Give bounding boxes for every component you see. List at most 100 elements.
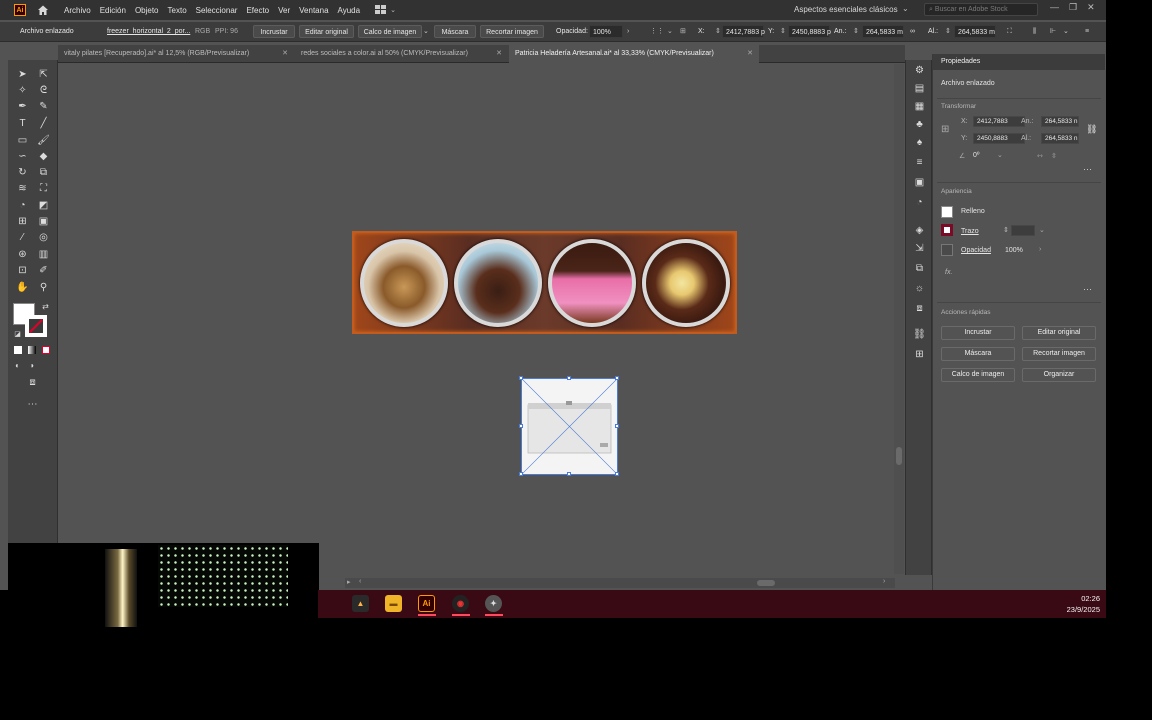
brushes-icon[interactable]: ♣ bbox=[913, 118, 926, 131]
menu-ventana[interactable]: Ventana bbox=[299, 6, 328, 15]
close-icon[interactable]: ✕ bbox=[1087, 2, 1095, 13]
lasso-icon[interactable]: ᘓ bbox=[37, 84, 50, 97]
line-tool-icon[interactable]: ╱ bbox=[37, 117, 50, 130]
stepper-icon[interactable]: ⇕ bbox=[780, 25, 786, 38]
zoom-tool-icon[interactable]: ⚲ bbox=[37, 281, 50, 294]
none-mode-icon[interactable] bbox=[39, 343, 52, 356]
w-field[interactable]: 264,5833 m bbox=[862, 25, 904, 38]
close-icon[interactable]: ✕ bbox=[496, 45, 502, 63]
flip-horizontal-icon[interactable]: ⇿ bbox=[1037, 152, 1043, 160]
screen-mode-icon[interactable]: ⧈ bbox=[26, 376, 39, 389]
default-colors-icon[interactable]: ◪ bbox=[11, 327, 24, 340]
properties-icon[interactable]: ⚙ bbox=[913, 64, 926, 77]
image-trace-button[interactable]: Calco de imagen bbox=[941, 368, 1015, 382]
shaper-tool-icon[interactable]: ∽ bbox=[16, 150, 29, 163]
tab-patricia-heladeria[interactable]: Patricia Heladería Artesanal.ai* al 33,3… bbox=[509, 45, 759, 63]
pen-tool-icon[interactable]: ✒ bbox=[16, 100, 29, 113]
play-icon[interactable]: ▸ bbox=[347, 578, 351, 586]
mask-button[interactable]: Máscara bbox=[941, 347, 1015, 361]
curvature-tool-icon[interactable]: ✎ bbox=[37, 100, 50, 113]
vlc-icon[interactable]: ▲ bbox=[352, 595, 369, 612]
swap-colors-icon[interactable]: ⇄ bbox=[39, 300, 52, 313]
resize-handle[interactable] bbox=[567, 472, 571, 476]
stroke-weight-field[interactable] bbox=[1011, 225, 1035, 236]
chevron-down-icon[interactable]: ⌄ bbox=[1063, 25, 1069, 38]
rectangle-tool-icon[interactable]: ▭ bbox=[16, 134, 29, 147]
transform-icon[interactable]: ⛶ bbox=[1007, 25, 1012, 38]
menu-efecto[interactable]: Efecto bbox=[246, 6, 269, 15]
resize-handle[interactable] bbox=[567, 376, 571, 380]
stepper-icon[interactable]: ⇕ bbox=[853, 25, 859, 38]
workspace-switcher[interactable]: Aspectos esenciales clásicos bbox=[794, 5, 898, 14]
chevron-down-icon[interactable]: ⌄ bbox=[902, 4, 909, 13]
y-field[interactable]: 2450,8883 p bbox=[788, 25, 831, 38]
arrange-documents-icon[interactable]: ⌄ bbox=[375, 5, 396, 15]
menu-edicion[interactable]: Edición bbox=[100, 6, 126, 15]
eraser-icon[interactable]: ◆ bbox=[37, 150, 50, 163]
selection-tool-icon[interactable]: ➤ bbox=[16, 68, 29, 81]
crop-image-button[interactable]: Recortar imagen bbox=[480, 25, 544, 38]
draw-behind-icon[interactable]: ◑ bbox=[25, 359, 38, 372]
warp-tool-icon[interactable]: ≋ bbox=[16, 182, 29, 195]
illustrator-icon[interactable]: Ai bbox=[418, 595, 435, 612]
embed-button[interactable]: Incrustar bbox=[253, 25, 295, 38]
stroke-panel-icon[interactable]: ≡ bbox=[913, 156, 926, 169]
resize-handle[interactable] bbox=[615, 376, 619, 380]
scroll-thumb[interactable] bbox=[757, 580, 775, 586]
embed-button[interactable]: Incrustar bbox=[941, 326, 1015, 340]
vertical-scrollbar[interactable] bbox=[894, 64, 904, 574]
more-options-icon[interactable]: ⋯ bbox=[1083, 284, 1092, 295]
magic-wand-icon[interactable]: ✧ bbox=[16, 84, 29, 97]
chevron-down-icon[interactable]: ⌄ bbox=[1039, 226, 1045, 234]
system-clock[interactable]: 02:26 23/9/2025 bbox=[1067, 593, 1100, 615]
stock-search-input[interactable]: ⌕ Buscar en Adobe Stock bbox=[924, 3, 1038, 16]
direct-selection-tool-icon[interactable]: ⇱ bbox=[37, 68, 50, 81]
restore-icon[interactable]: ❐ bbox=[1069, 2, 1077, 13]
distribute-icon[interactable]: ⊩ bbox=[1050, 25, 1056, 38]
ice-cream-banner-artwork[interactable] bbox=[352, 231, 737, 334]
resize-handle[interactable] bbox=[615, 424, 619, 428]
artboards-icon[interactable]: ⧉ bbox=[913, 262, 926, 275]
align-icon[interactable]: ⫼ bbox=[1033, 25, 1036, 38]
tab-redes-sociales[interactable]: redes sociales a color.ai al 50% (CMYK/P… bbox=[295, 45, 508, 63]
menu-ver[interactable]: Ver bbox=[278, 6, 290, 15]
app-icon[interactable]: ✦ bbox=[485, 595, 502, 612]
close-icon[interactable]: ✕ bbox=[282, 45, 288, 63]
file-explorer-icon[interactable]: ▬ bbox=[385, 595, 402, 612]
menu-archivo[interactable]: Archivo bbox=[64, 6, 91, 15]
rotate-tool-icon[interactable]: ↻ bbox=[16, 166, 29, 179]
color-guide-icon[interactable]: ☼ bbox=[913, 282, 926, 295]
gradient-tool-icon[interactable]: ▣ bbox=[37, 215, 50, 228]
reference-point-icon[interactable]: ⊞ bbox=[680, 25, 686, 38]
paintbrush-icon[interactable]: 🖌 bbox=[37, 134, 50, 147]
close-icon[interactable]: ✕ bbox=[747, 45, 753, 63]
reference-point-icon[interactable]: ⊞ bbox=[941, 124, 949, 135]
fx-icon[interactable]: fx. bbox=[945, 269, 952, 276]
mask-button[interactable]: Máscara bbox=[434, 25, 476, 38]
y-field[interactable]: 2450,8883 bbox=[973, 133, 1025, 144]
hand-tool-icon[interactable]: ✋ bbox=[16, 281, 29, 294]
minimize-icon[interactable]: — bbox=[1050, 2, 1059, 13]
properties-tab[interactable]: Propiedades bbox=[933, 54, 1105, 70]
linked-file-link[interactable]: freezer_horizontal_2_por... bbox=[107, 25, 190, 38]
menu-ayuda[interactable]: Ayuda bbox=[338, 6, 361, 15]
menu-objeto[interactable]: Objeto bbox=[135, 6, 159, 15]
chrome-icon[interactable]: ◉ bbox=[452, 595, 469, 612]
w-field[interactable]: 264,5833 n bbox=[1041, 116, 1079, 127]
layers-icon[interactable]: ▦ bbox=[913, 100, 926, 113]
mesh-tool-icon[interactable]: ⊞ bbox=[16, 215, 29, 228]
stepper-icon[interactable]: ⇕ bbox=[715, 25, 721, 38]
stepper-icon[interactable]: ⇕ bbox=[945, 25, 951, 38]
h-field[interactable]: 264,5833 m bbox=[954, 25, 996, 38]
resize-handle[interactable] bbox=[615, 472, 619, 476]
x-field[interactable]: 2412,7883 bbox=[973, 116, 1025, 127]
gradient-mode-icon[interactable] bbox=[25, 343, 38, 356]
stroke-color-swatch[interactable] bbox=[25, 315, 47, 337]
chevron-right-icon[interactable]: › bbox=[1039, 246, 1041, 253]
angle-field[interactable]: 0º bbox=[973, 152, 979, 159]
freezer-linked-image[interactable] bbox=[519, 376, 619, 476]
horizontal-scrollbar[interactable]: ▸ ‹ › bbox=[345, 578, 895, 588]
layers-stack-icon[interactable]: ◈ bbox=[913, 224, 926, 237]
more-tools-icon[interactable]: ⋯ bbox=[26, 398, 39, 411]
arrange-button[interactable]: Organizar bbox=[1022, 368, 1096, 382]
